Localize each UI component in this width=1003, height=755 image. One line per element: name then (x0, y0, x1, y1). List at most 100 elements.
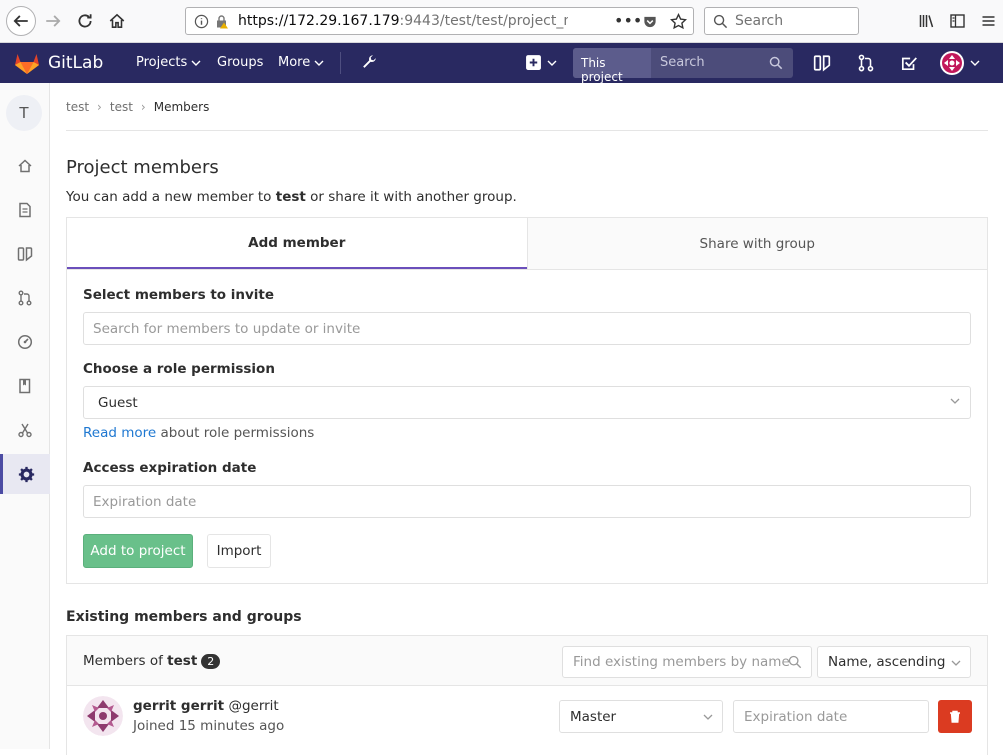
find-members-placeholder: Find existing members by name (573, 654, 790, 670)
home-button[interactable] (104, 8, 130, 34)
nav-groups[interactable]: Groups (217, 55, 263, 70)
invite-search-input[interactable]: Search for members to update or invite (83, 312, 971, 345)
arrow-right-icon (46, 15, 61, 27)
nav-more[interactable]: More (278, 55, 324, 70)
breadcrumb-group[interactable]: test (66, 100, 89, 114)
document-icon (19, 202, 31, 218)
nav-groups-label: Groups (217, 55, 264, 70)
chevron-down-icon (547, 60, 557, 66)
chevron-down-icon (951, 660, 961, 666)
sidebar-item-project-home[interactable] (0, 146, 50, 186)
user-menu[interactable] (940, 51, 980, 75)
member-expiration-input[interactable]: Expiration date (733, 700, 929, 733)
nav-more-label: More (278, 55, 311, 70)
project-sidebar: T (0, 83, 50, 749)
role-select[interactable]: Guest (83, 386, 971, 419)
import-button[interactable]: Import (207, 534, 271, 568)
member-role-select[interactable]: Master (559, 700, 723, 733)
book-icon (19, 378, 31, 394)
browser-search[interactable]: Search (704, 7, 859, 35)
scissors-icon (18, 423, 32, 438)
sort-select[interactable]: Name, ascending (817, 646, 971, 678)
member-display-name[interactable]: gerrit gerrit (133, 698, 224, 714)
url-text: https://172.29.167.179:9443/test/test/pr… (238, 13, 568, 29)
member-role-value: Master (570, 709, 617, 725)
intro-suffix: or share it with another group. (305, 189, 517, 205)
nav-projects[interactable]: Projects (136, 55, 201, 70)
reload-icon (78, 14, 92, 28)
intro-project: test (275, 189, 306, 205)
nav-projects-label: Projects (136, 55, 188, 70)
sidebar-item-settings[interactable] (0, 454, 50, 494)
member-count-badge: 2 (201, 654, 221, 669)
expiration-placeholder: Expiration date (93, 494, 197, 510)
nav-search[interactable]: This project Search (573, 48, 793, 84)
info-icon (194, 14, 209, 29)
chevron-down-icon (970, 60, 980, 66)
project-avatar[interactable]: T (6, 95, 42, 131)
more-actions-icon[interactable]: ••• (614, 11, 642, 30)
trash-icon (950, 710, 960, 723)
browser-search-placeholder: Search (735, 13, 784, 29)
back-button[interactable] (6, 6, 36, 36)
role-value: Guest (98, 395, 138, 411)
invite-label: Select members to invite (83, 287, 275, 303)
read-more-link[interactable]: Read more (83, 425, 156, 441)
members-header: Members of test 2 Find existing members b… (67, 636, 987, 686)
sidebar-toggle-icon[interactable] (949, 13, 966, 29)
existing-members-title: Existing members and groups (66, 609, 302, 625)
main-content: test › test › Members Project members Yo… (66, 83, 988, 755)
tab-share-with-group[interactable]: Share with group (526, 218, 987, 269)
merge-request-icon[interactable] (857, 54, 875, 72)
issues-board-icon (17, 247, 33, 262)
search-icon (788, 655, 802, 669)
home-icon (18, 159, 32, 173)
search-icon (713, 14, 728, 29)
todo-check-icon[interactable] (900, 54, 918, 72)
gear-icon (18, 466, 35, 482)
members-project: test (167, 653, 198, 669)
gitlab-navbar: GitLab Projects Groups More This project… (0, 43, 1003, 84)
sort-value: Name, ascending (828, 654, 946, 670)
find-members-input[interactable]: Find existing members by name (562, 646, 812, 678)
tab-add-member[interactable]: Add member (67, 218, 527, 269)
page-intro: You can add a new member to test or shar… (66, 189, 988, 205)
breadcrumb-project[interactable]: test (110, 100, 133, 114)
sidebar-item-snippets[interactable] (0, 410, 50, 450)
menu-icon[interactable] (980, 13, 997, 29)
chevron-down-icon (191, 60, 201, 66)
gitlab-logo[interactable]: GitLab (14, 51, 103, 75)
breadcrumb-current[interactable]: Members (154, 100, 210, 114)
remove-member-button[interactable] (938, 700, 972, 733)
identicon-avatar (83, 696, 123, 736)
page-title: Project members (66, 157, 219, 178)
sidebar-item-merge-requests[interactable] (0, 278, 50, 318)
invite-placeholder: Search for members to update or invite (93, 321, 361, 337)
search-icon (769, 56, 783, 70)
library-icon[interactable] (918, 13, 935, 29)
member-joined: Joined 15 minutes ago (133, 718, 285, 734)
members-panel: Members of test 2 Find existing members b… (66, 635, 988, 755)
issues-board-icon[interactable] (813, 54, 831, 72)
sidebar-item-ci-cd[interactable] (0, 322, 50, 362)
member-avatar[interactable] (83, 696, 123, 736)
sidebar-item-issues[interactable] (0, 234, 50, 274)
pocket-icon[interactable] (642, 14, 658, 29)
new-dropdown[interactable] (525, 54, 557, 71)
expiration-date-input[interactable]: Expiration date (83, 485, 971, 518)
plus-square-icon (526, 55, 541, 70)
reload-button[interactable] (72, 8, 98, 34)
chevron-down-icon (950, 398, 960, 404)
forward-button[interactable] (40, 8, 66, 34)
bookmark-star-icon[interactable] (670, 13, 687, 30)
admin-wrench-icon[interactable] (360, 53, 378, 71)
role-label: Choose a role permission (83, 361, 275, 377)
expiration-label: Access expiration date (83, 460, 257, 476)
url-bar[interactable]: https://172.29.167.179:9443/test/test/pr… (185, 7, 694, 35)
members-of-text: Members of (83, 653, 168, 669)
add-to-project-button[interactable]: Add to project (83, 534, 193, 568)
member-username: @gerrit (228, 698, 279, 714)
sidebar-item-wiki[interactable] (0, 366, 50, 406)
sidebar-item-repository[interactable] (0, 190, 50, 230)
home-icon (109, 13, 125, 28)
